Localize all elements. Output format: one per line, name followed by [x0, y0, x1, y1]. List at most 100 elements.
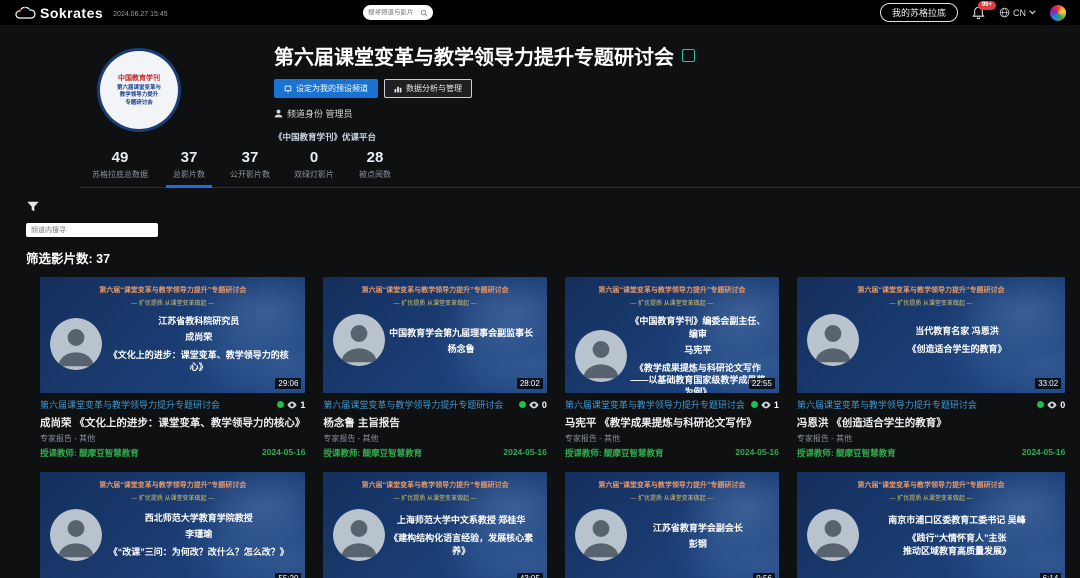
global-search-input[interactable] [368, 9, 420, 16]
view-count: 0 [542, 400, 547, 410]
thumb-seminar-subtitle: — 扩优提质 从课堂变革做起 — [323, 298, 546, 307]
analytics-label: 数据分析与管理 [406, 83, 462, 94]
speaker-name: 彭钢 [629, 537, 767, 550]
speaker-name: 马宪平 [629, 343, 767, 356]
video-thumbnail[interactable]: 第六届“课堂变革与教学领导力提升”专题研讨会 — 扩优提质 从课堂变革做起 — … [565, 472, 779, 578]
stat-label: 苏格拉底总数据 [92, 169, 148, 180]
video-thumbnail[interactable]: 第六届“课堂变革与教学领导力提升”专题研讨会 — 扩优提质 从课堂变革做起 — … [40, 472, 305, 578]
seminar-channel-link[interactable]: 第六届课堂变革与教学领导力提升专题研讨会 [565, 398, 745, 411]
speaker-affiliation: 西北师范大学教育学院教授 [104, 511, 293, 524]
duration-badge: 33:02 [1035, 378, 1061, 389]
thumb-seminar-title: 第六届“课堂变革与教学领导力提升”专题研讨会 [565, 285, 779, 295]
stat-value: 37 [172, 149, 206, 166]
stat-value: 0 [294, 149, 334, 166]
global-search[interactable] [363, 5, 433, 20]
channel-logo: 中国教育学刊 第六届课堂变革与 教学领导力提升 专题研讨会 [100, 51, 178, 129]
notification-badge: 99+ [978, 1, 996, 10]
speaker-photo [50, 509, 102, 561]
video-card[interactable]: 第六届“课堂变革与教学领导力提升”专题研讨会 — 扩优提质 从课堂变革做起 — … [40, 472, 305, 578]
speaker-photo [807, 314, 859, 366]
stat-total-videos[interactable]: 37 总影片数 [160, 147, 218, 187]
video-thumbnail[interactable]: 第六届“课堂变革与教学领导力提升”专题研讨会 — 扩优提质 从课堂变革做起 — … [797, 277, 1065, 393]
green-light-icon [519, 401, 526, 408]
set-preset-channel-label: 设定为我的预设频道 [296, 83, 368, 94]
video-title[interactable]: 杨念鲁 主旨报告 [323, 415, 546, 430]
video-thumbnail[interactable]: 第六届“课堂变革与教学领导力提升”专题研讨会 — 扩优提质 从课堂变革做起 — … [323, 472, 546, 578]
analytics-button[interactable]: 数据分析与管理 [384, 79, 472, 98]
duration-badge: 28:02 [517, 378, 543, 389]
my-sokrates-button[interactable]: 我的苏格拉底 [880, 3, 958, 22]
instructor-label: 授课教师: 醍摩豆智慧教育 [40, 447, 139, 459]
video-card[interactable]: 第六届“课堂变革与教学领导力提升”专题研讨会 — 扩优提质 从课堂变革做起 — … [797, 472, 1065, 578]
video-card[interactable]: 第六届“课堂变革与教学领导力提升”专题研讨会 — 扩优提质 从课堂变革做起 — … [565, 277, 779, 459]
thumb-seminar-title: 第六届“课堂变革与教学领导力提升”专题研讨会 [797, 480, 1065, 490]
stat-value: 37 [230, 149, 270, 166]
stat-value: 28 [358, 149, 392, 166]
thumb-seminar-subtitle: — 扩优提质 从课堂变革做起 — [323, 493, 546, 502]
video-card[interactable]: 第六届“课堂变革与教学领导力提升”专题研讨会 — 扩优提质 从课堂变革做起 — … [40, 277, 305, 459]
filtered-count: 筛选影片数: 37 [26, 248, 1080, 267]
stat-label: 被点阅数 [358, 169, 392, 180]
stat-public-videos[interactable]: 37 公开影片数 [218, 147, 282, 187]
app-logo[interactable]: Sokrates 2024.06.27 15:45 [14, 5, 168, 21]
stat-sokrates-total[interactable]: 49 苏格拉底总数据 [80, 147, 160, 187]
timestamp: 2024.06.27 15:45 [113, 11, 168, 18]
notifications-button[interactable]: 99+ [972, 6, 985, 20]
view-count: 1 [300, 400, 305, 410]
language-selector[interactable]: CN [999, 7, 1036, 18]
video-card[interactable]: 第六届“课堂变革与教学领导力提升”专题研讨会 — 扩优提质 从课堂变革做起 — … [797, 277, 1065, 459]
video-thumbnail[interactable]: 第六届“课堂变革与教学领导力提升”专题研讨会 — 扩优提质 从课堂变革做起 — … [40, 277, 305, 393]
set-preset-channel-button[interactable]: 设定为我的预设频道 [274, 79, 378, 98]
channel-filter-input[interactable] [26, 223, 158, 237]
user-avatar[interactable] [1050, 5, 1066, 21]
language-label: CN [1013, 8, 1026, 18]
stat-label: 总影片数 [172, 169, 206, 180]
talk-title: 《创造适合学生的教育》 [861, 343, 1053, 355]
speaker-name: 成尚荣 [104, 330, 293, 343]
speaker-photo [575, 509, 627, 561]
speaker-affiliation: 上海师范大学中文系教授 郑桂华 [387, 513, 534, 526]
video-card[interactable]: 第六届“课堂变革与教学领导力提升”专题研讨会 — 扩优提质 从课堂变革做起 — … [323, 277, 546, 459]
thumb-seminar-title: 第六届“课堂变革与教学领导力提升”专题研讨会 [565, 480, 779, 490]
logo-text: Sokrates [40, 5, 103, 21]
seminar-channel-link[interactable]: 第六届课堂变革与教学领导力提升专题研讨会 [323, 398, 503, 411]
qr-code-icon[interactable] [682, 49, 695, 62]
bar-chart-icon [394, 85, 402, 93]
upload-date: 2024-05-16 [1022, 447, 1065, 459]
video-thumbnail[interactable]: 第六届“课堂变革与教学领导力提升”专题研讨会 — 扩优提质 从课堂变革做起 — … [323, 277, 546, 393]
seminar-channel-link[interactable]: 第六届课堂变革与教学领导力提升专题研讨会 [40, 398, 220, 411]
speaker-name: 李瑾瑜 [104, 527, 293, 540]
thumb-seminar-subtitle: — 扩优提质 从课堂变革做起 — [797, 493, 1065, 502]
page-title: 第六届课堂变革与教学领导力提升专题研讨会 [274, 41, 674, 70]
channel-logo-line1: 中国教育学刊 [118, 73, 160, 83]
video-card[interactable]: 第六届“课堂变革与教学领导力提升”专题研讨会 — 扩优提质 从课堂变革做起 — … [565, 472, 779, 578]
stat-double-green[interactable]: 0 双绿灯影片 [282, 147, 346, 187]
thumb-seminar-subtitle: — 扩优提质 从课堂变革做起 — [40, 298, 305, 307]
seminar-channel-link[interactable]: 第六届课堂变革与教学领导力提升专题研讨会 [797, 398, 977, 411]
video-title[interactable]: 成尚荣 《文化上的进步：课堂变革、教学领导力的核心》 [40, 415, 305, 430]
eye-icon [287, 401, 297, 409]
video-title[interactable]: 马宪平 《教学成果提炼与科研论文写作》 [565, 415, 779, 430]
top-right-cluster: 我的苏格拉底 99+ CN [880, 3, 1066, 22]
green-light-icon [751, 401, 758, 408]
person-icon [274, 109, 283, 118]
video-card[interactable]: 第六届“课堂变革与教学领导力提升”专题研讨会 — 扩优提质 从课堂变革做起 — … [323, 472, 546, 578]
video-thumbnail[interactable]: 第六届“课堂变革与教学领导力提升”专题研讨会 — 扩优提质 从课堂变革做起 — … [565, 277, 779, 393]
speaker-photo [575, 330, 627, 382]
talk-title: 《践行“大情怀育人”主张 [861, 532, 1053, 544]
globe-icon [999, 7, 1010, 18]
thumb-seminar-title: 第六届“课堂变革与教学领导力提升”专题研讨会 [323, 285, 546, 295]
thumb-seminar-subtitle: — 扩优提质 从课堂变革做起 — [565, 493, 779, 502]
speaker-photo [50, 318, 102, 370]
filter-funnel-icon[interactable] [26, 200, 1080, 214]
thumb-seminar-title: 第六届“课堂变革与教学领导力提升”专题研讨会 [797, 285, 1065, 295]
duration-badge: 9:56 [753, 573, 775, 578]
upload-date: 2024-05-16 [262, 447, 305, 459]
video-title[interactable]: 冯恩洪 《创造适合学生的教育》 [797, 415, 1065, 430]
speaker-name: 杨念鲁 [387, 342, 534, 355]
speaker-affiliation: 江苏省教育学会副会长 [629, 521, 767, 534]
video-thumbnail[interactable]: 第六届“课堂变革与教学领导力提升”专题研讨会 — 扩优提质 从课堂变革做起 — … [797, 472, 1065, 578]
speaker-affiliation: 《中国教育学刊》编委会副主任、编审 [629, 314, 767, 340]
stat-view-count[interactable]: 28 被点阅数 [346, 147, 404, 187]
speaker-affiliation: 中国教育学会第九届理事会副监事长 [387, 326, 534, 339]
